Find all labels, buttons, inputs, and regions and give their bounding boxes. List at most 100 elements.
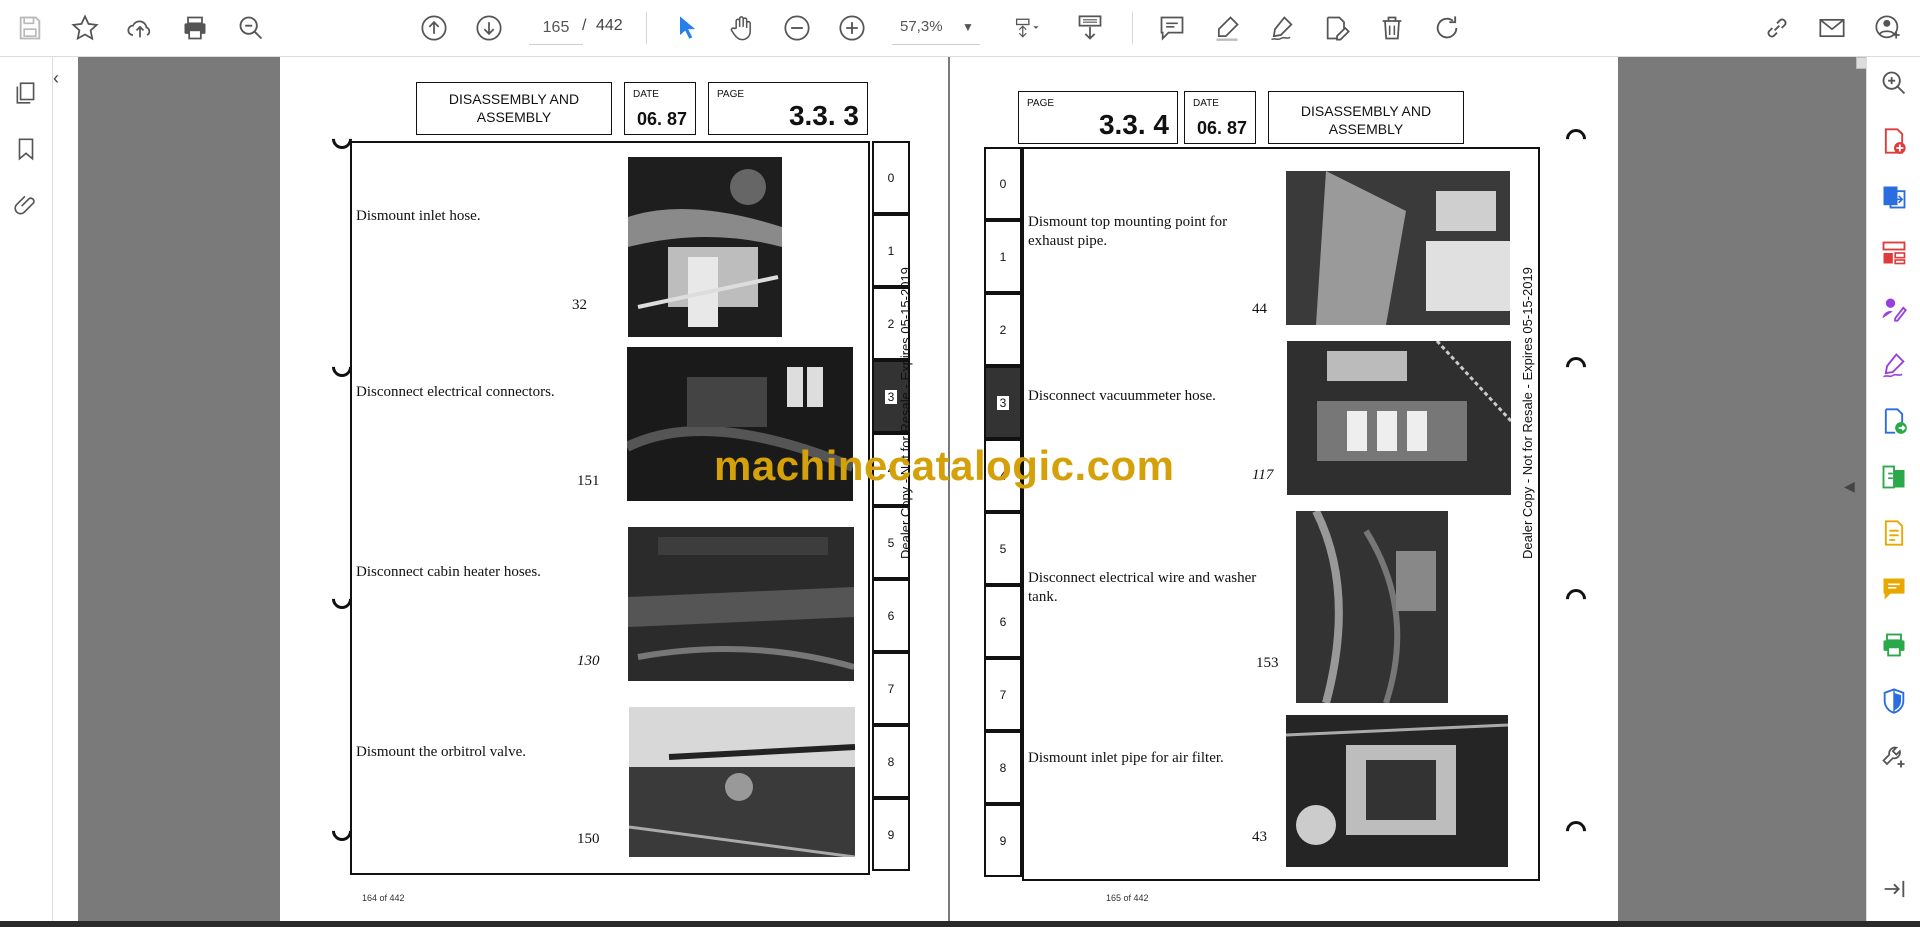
expand-pane-icon[interactable] (1876, 871, 1912, 907)
zoom-out-icon[interactable] (777, 8, 817, 48)
collapse-left-pane-icon[interactable]: ‹ (53, 68, 59, 89)
section-tab-3: 3 (984, 366, 1022, 439)
email-icon[interactable] (1812, 8, 1852, 48)
section-tab-label: 2 (887, 316, 895, 331)
print-icon[interactable] (175, 8, 215, 48)
page-total: 442 (596, 17, 623, 34)
attachments-icon[interactable] (8, 187, 44, 223)
section-tab-label: 9 (887, 827, 895, 842)
toolbar-divider (646, 12, 647, 44)
page-separator: / (582, 17, 587, 34)
page-number-input[interactable] (529, 12, 583, 45)
section-tab-6: 6 (984, 585, 1022, 658)
share-link-icon[interactable] (1757, 8, 1797, 48)
zoom-level-select[interactable]: 57,3% ▼ (892, 12, 980, 45)
organize-pages-icon[interactable] (1876, 235, 1912, 271)
binder-hole (1561, 584, 1591, 614)
print-production-icon[interactable] (1876, 627, 1912, 663)
figure-number: 44 (1252, 301, 1267, 317)
section-tab-label: 5 (999, 541, 1007, 556)
highlight-icon[interactable] (1207, 8, 1247, 48)
section-tab-label: 9 (999, 833, 1007, 848)
step-text: Dismount inlet hose. (356, 208, 481, 224)
scroll-mode-icon[interactable] (1070, 8, 1110, 48)
page-up-icon[interactable] (414, 8, 454, 48)
draw-sign-icon[interactable] (1262, 8, 1302, 48)
page-down-icon[interactable] (469, 8, 509, 48)
header-page-box: PAGE 3.3. 4 (1018, 91, 1178, 144)
date-value: 06. 87 (1196, 118, 1247, 138)
step-text: Disconnect vacuummeter hose. (1028, 388, 1216, 404)
section-tab-label: 2 (999, 322, 1007, 337)
step-photo (1287, 341, 1511, 495)
figure-number: 43 (1252, 829, 1267, 845)
tools-pane (1866, 57, 1920, 921)
left-navigation-pane (0, 57, 53, 921)
step-text: Disconnect electrical wire and washer ta… (1028, 570, 1257, 605)
bookmark-star-icon[interactable] (65, 8, 105, 48)
step-text: Dismount the orbitrol valve. (356, 744, 526, 760)
collapse-right-pane-icon[interactable]: ◀ (1844, 478, 1855, 495)
step-photo (629, 707, 855, 857)
header-title: DISASSEMBLY AND ASSEMBLY (1300, 103, 1432, 137)
date-label: DATE (633, 89, 659, 100)
step-photo (628, 157, 782, 337)
section-tabs: 0123456789 (984, 147, 1022, 877)
bookmarks-icon[interactable] (8, 131, 44, 167)
page-thumbnails-icon[interactable] (8, 75, 44, 111)
header-title-box: DISASSEMBLY AND ASSEMBLY (416, 82, 612, 135)
hand-pan-icon[interactable] (722, 8, 762, 48)
figure-number: 130 (577, 653, 600, 669)
figure-number: 150 (577, 831, 600, 847)
zoom-level-value: 57,3% (900, 18, 943, 35)
page-value: 3.3. 4 (1098, 109, 1169, 140)
save-icon[interactable] (10, 8, 50, 48)
upload-cloud-icon[interactable] (120, 8, 160, 48)
figure-number: 117 (1252, 467, 1274, 483)
section-tab-6: 6 (872, 579, 910, 652)
more-tools-icon[interactable] (1876, 739, 1912, 775)
edit-pdf-icon[interactable] (1317, 8, 1357, 48)
watermark-text: machinecatalogic.com (714, 442, 1175, 489)
delete-icon[interactable] (1372, 8, 1412, 48)
protect-shield-icon[interactable] (1876, 683, 1912, 719)
sign-pen-icon[interactable] (1876, 347, 1912, 383)
page-footer: 165 of 442 (1106, 893, 1149, 903)
status-bar (0, 921, 1920, 927)
step-text: Dismount inlet pipe for air filter. (1028, 750, 1224, 766)
edit-document-icon[interactable] (1876, 515, 1912, 551)
section-tab-9: 9 (872, 798, 910, 871)
send-for-review-icon[interactable] (1876, 403, 1912, 439)
binder-hole (1561, 124, 1591, 154)
header-date-box: DATE 06. 87 (624, 82, 696, 135)
export-pdf-icon[interactable] (1876, 179, 1912, 215)
fit-page-icon[interactable] (1002, 8, 1054, 48)
section-tab-label: 8 (999, 760, 1007, 775)
compare-files-icon[interactable] (1876, 459, 1912, 495)
date-label: DATE (1193, 98, 1219, 109)
section-tab-label: 0 (887, 170, 895, 185)
figure-number: 151 (577, 473, 600, 489)
fill-sign-icon[interactable] (1876, 291, 1912, 327)
dealer-copy-note: Dealer Copy - Not for Resale - Expires 0… (898, 267, 913, 559)
comment-icon[interactable] (1152, 8, 1192, 48)
section-tab-label: 6 (999, 614, 1007, 629)
zoom-search-icon[interactable] (1876, 65, 1912, 101)
zoom-search-icon[interactable] (231, 8, 271, 48)
section-tab-label: 7 (999, 687, 1007, 702)
content-frame: Dismount top mounting point for exhaust … (1022, 147, 1540, 881)
toolbar-divider (1132, 12, 1133, 44)
zoom-in-icon[interactable] (832, 8, 872, 48)
header-title-box: DISASSEMBLY AND ASSEMBLY (1268, 91, 1464, 144)
account-icon[interactable] (1868, 8, 1908, 48)
step-text: Disconnect cabin heater hoses. (356, 564, 541, 580)
step-photo (628, 527, 854, 681)
step-text: Disconnect electrical connectors. (356, 384, 555, 400)
content-frame: Dismount inlet hose. 32 Disconnect elect… (350, 141, 870, 875)
rotate-icon[interactable] (1427, 8, 1467, 48)
select-cursor-icon[interactable] (667, 8, 707, 48)
section-tab-label: 1 (999, 249, 1007, 264)
comment-tool-icon[interactable] (1876, 571, 1912, 607)
page-value: 3.3. 3 (788, 100, 859, 131)
create-pdf-icon[interactable] (1876, 123, 1912, 159)
